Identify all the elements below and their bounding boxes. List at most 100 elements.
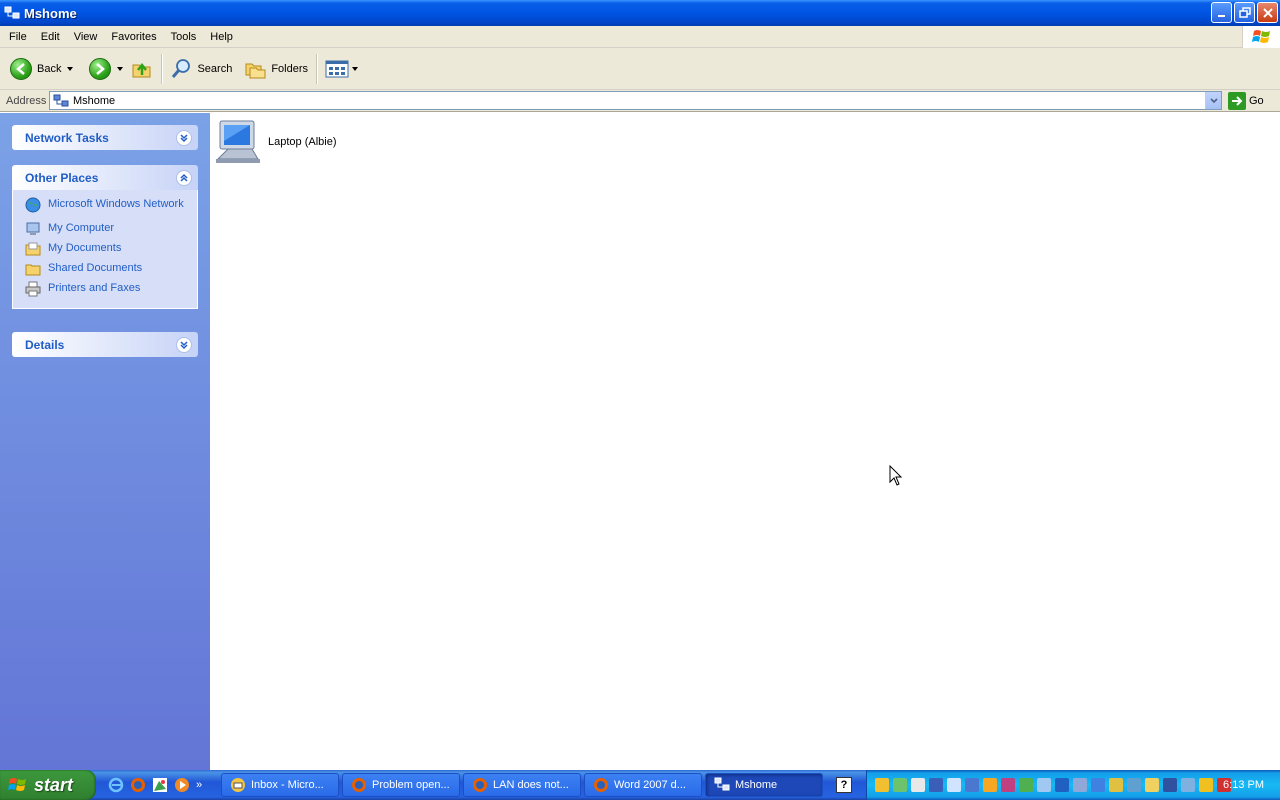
internet-explorer-icon[interactable]: [108, 777, 124, 793]
details-header[interactable]: Details: [12, 332, 198, 357]
firefox-icon: [594, 778, 608, 792]
item-label: Laptop (Albie): [268, 136, 337, 148]
views-button[interactable]: [321, 52, 362, 86]
address-value: Mshome: [73, 94, 116, 107]
address-dropdown-button[interactable]: [1205, 92, 1221, 109]
menu-tools[interactable]: Tools: [164, 27, 204, 47]
quick-launch: »: [108, 777, 218, 793]
sidebar-item-microsoft-windows-network[interactable]: Microsoft Windows Network: [25, 196, 197, 216]
tray-chart-icon[interactable]: [893, 778, 907, 792]
tray-app-icon[interactable]: [1001, 778, 1015, 792]
search-button[interactable]: Search: [166, 52, 236, 86]
tray-security-icon[interactable]: [1109, 778, 1123, 792]
start-button[interactable]: start: [0, 770, 96, 800]
my-documents-icon: [25, 242, 41, 256]
help-icon[interactable]: ?: [836, 777, 852, 793]
system-tray: 6:13 PM: [866, 770, 1280, 800]
my-computer-icon: [26, 222, 40, 235]
tray-wireless-icon[interactable]: [1127, 778, 1141, 792]
other-places-header[interactable]: Other Places: [12, 165, 198, 190]
sidebar-item-printers-and-faxes[interactable]: Printers and Faxes: [25, 280, 197, 300]
toolbar: Back Search Folders: [0, 48, 1280, 90]
paint-icon[interactable]: [152, 777, 168, 793]
tray-shield-icon[interactable]: [1199, 778, 1213, 792]
tray-messenger-icon[interactable]: [983, 778, 997, 792]
folders-button[interactable]: Folders: [240, 52, 312, 86]
network-window-icon: [714, 777, 730, 791]
expand-chevron-icon[interactable]: [176, 336, 192, 353]
tray-monitor-icon[interactable]: [965, 778, 979, 792]
back-dropdown-icon[interactable]: [67, 66, 74, 71]
sidebar-item-my-documents[interactable]: My Documents: [25, 240, 197, 260]
views-icon: [325, 60, 349, 77]
network-window-icon: [4, 6, 20, 19]
back-button[interactable]: Back: [6, 52, 77, 86]
shared-documents-icon: [25, 264, 41, 276]
mouse-cursor-icon: [889, 465, 903, 486]
menu-file[interactable]: File: [0, 27, 34, 47]
menu-favorites[interactable]: Favorites: [104, 27, 163, 47]
back-label: Back: [37, 62, 62, 75]
tray-connection-icon[interactable]: [1091, 778, 1105, 792]
tray-volume-icon[interactable]: [947, 778, 961, 792]
taskbar-button-word-2007[interactable]: Word 2007 d...: [584, 773, 702, 797]
firefox-icon[interactable]: [130, 777, 146, 793]
address-bar: Address Mshome Go: [0, 90, 1280, 112]
menu-help[interactable]: Help: [203, 27, 240, 47]
sidebar-item-my-computer[interactable]: My Computer: [25, 220, 197, 240]
toolbar-separator: [161, 53, 163, 84]
tray-smiley-icon[interactable]: [1145, 778, 1159, 792]
computer-icon: [216, 120, 260, 163]
tray-device-icon[interactable]: [1163, 778, 1177, 792]
other-places-list: Microsoft Windows Network My Computer My…: [12, 190, 198, 309]
expand-chevron-icon[interactable]: [176, 129, 192, 146]
folders-icon: [245, 63, 266, 78]
up-folder-button[interactable]: [127, 52, 157, 86]
tray-c-icon[interactable]: [1055, 778, 1069, 792]
clock: 6:13 PM: [1223, 779, 1264, 791]
network-tasks-header[interactable]: Network Tasks: [12, 125, 198, 150]
task-pane: Network Tasks Other Places Microsoft Win…: [0, 113, 210, 770]
menu-view[interactable]: View: [67, 27, 105, 47]
taskbar: start » Inbox - Micro... Problem open...…: [0, 770, 1280, 800]
file-view[interactable]: Laptop (Albie): [210, 113, 1280, 770]
forward-button[interactable]: [85, 52, 127, 86]
tray-paint-icon[interactable]: [875, 778, 889, 792]
restore-icon: [1238, 6, 1251, 18]
tray-sync-icon[interactable]: [1181, 778, 1195, 792]
close-button[interactable]: [1257, 2, 1278, 23]
minimize-button[interactable]: [1211, 2, 1232, 23]
go-arrow-icon: [1228, 91, 1246, 110]
views-dropdown-icon[interactable]: [352, 66, 359, 71]
firefox-icon: [352, 778, 366, 792]
menu-edit[interactable]: Edit: [34, 27, 67, 47]
address-label: Address: [6, 94, 47, 107]
tray-display-icon[interactable]: [1073, 778, 1087, 792]
taskbar-button-inbox[interactable]: Inbox - Micro...: [221, 773, 339, 797]
taskbar-button-lan[interactable]: LAN does not...: [463, 773, 581, 797]
list-item[interactable]: Laptop (Albie): [214, 117, 337, 167]
address-input[interactable]: Mshome: [49, 91, 1222, 110]
network-tasks-title: Network Tasks: [25, 130, 109, 145]
menu-bar: File Edit View Favorites Tools Help: [0, 26, 1280, 48]
tray-network-icon[interactable]: [929, 778, 943, 792]
tray-update-icon[interactable]: [1019, 778, 1033, 792]
tray-mail-icon[interactable]: [911, 778, 925, 792]
network-globe-icon: [25, 197, 41, 213]
collapse-chevron-icon[interactable]: [176, 169, 192, 186]
tray-tools-icon[interactable]: [1037, 778, 1051, 792]
title-bar[interactable]: Mshome: [0, 0, 1280, 26]
sidebar-item-shared-documents[interactable]: Shared Documents: [25, 260, 197, 280]
window-title: Mshome: [24, 5, 77, 21]
taskbar-button-mshome[interactable]: Mshome: [705, 773, 823, 797]
forward-dropdown-icon[interactable]: [117, 66, 124, 71]
up-folder-icon: [132, 62, 151, 77]
go-button[interactable]: Go: [1228, 91, 1264, 110]
details-panel: Details: [12, 332, 198, 357]
restore-button[interactable]: [1234, 2, 1255, 23]
taskbar-button-problem-open[interactable]: Problem open...: [342, 773, 460, 797]
quick-launch-more-icon[interactable]: »: [196, 779, 202, 791]
outlook-icon: [231, 778, 245, 792]
media-player-icon[interactable]: [174, 777, 190, 793]
firefox-icon: [473, 778, 487, 792]
